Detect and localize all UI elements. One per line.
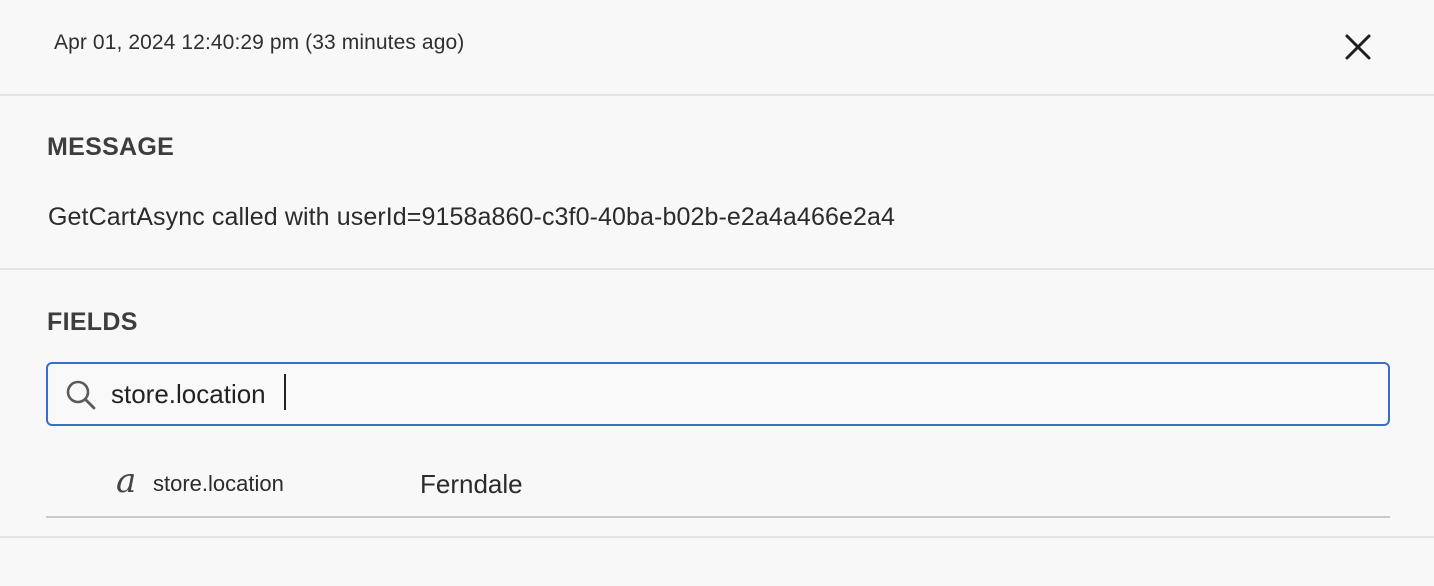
event-timestamp: Apr 01, 2024 12:40:29 pm (33 minutes ago…	[54, 31, 465, 54]
field-search-box[interactable]	[46, 362, 1390, 426]
field-value[interactable]: Ferndale	[420, 469, 523, 500]
close-icon[interactable]	[1344, 33, 1372, 61]
message-section: MESSAGE GetCartAsync called with userId=…	[0, 96, 1434, 270]
message-title: MESSAGE	[47, 133, 175, 161]
text-caret	[284, 374, 286, 410]
fields-section: FIELDS a store.location Ferndale	[0, 270, 1434, 538]
search-icon	[66, 380, 96, 410]
event-header: Apr 01, 2024 12:40:29 pm (33 minutes ago…	[0, 0, 1434, 96]
field-row[interactable]: a store.location Ferndale	[46, 448, 1390, 518]
message-body: GetCartAsync called with userId=9158a860…	[48, 203, 895, 231]
field-search-input[interactable]	[111, 364, 1371, 424]
close-button[interactable]	[1340, 29, 1376, 65]
field-name[interactable]: store.location	[153, 471, 284, 497]
string-type-icon: a	[116, 461, 137, 501]
fields-title: FIELDS	[47, 308, 138, 336]
